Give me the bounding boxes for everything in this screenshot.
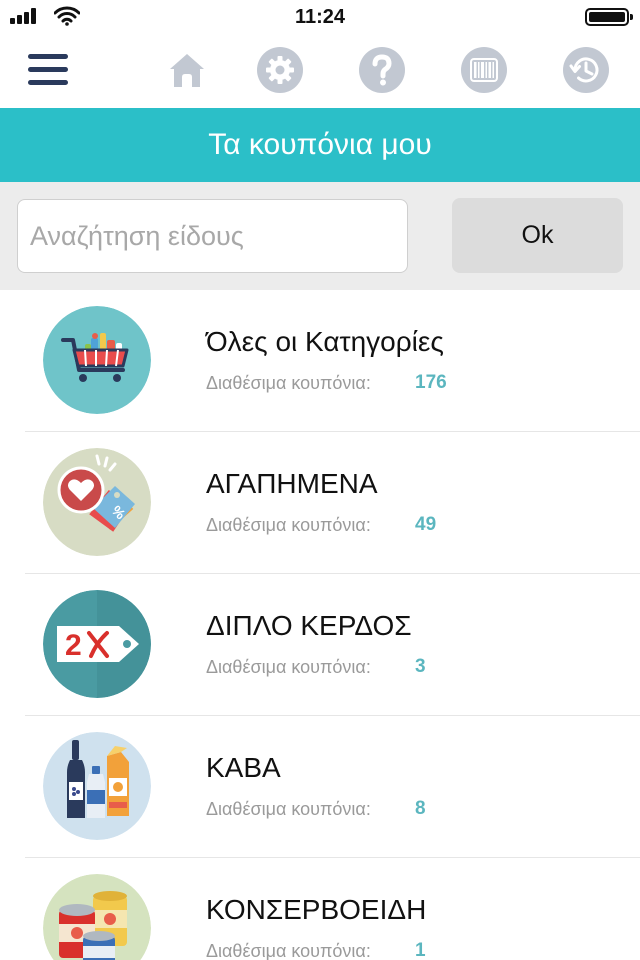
double-tag-icon: 2 — [43, 590, 151, 698]
coupon-count: 3 — [415, 656, 426, 677]
available-label: Διαθέσιμα κουπόνια: — [206, 799, 371, 819]
history-icon[interactable] — [563, 47, 609, 93]
menu-icon[interactable] — [28, 54, 68, 86]
category-name: ΚΑΒΑ — [206, 752, 281, 783]
bottles-icon — [43, 732, 151, 840]
coupon-count: 176 — [415, 372, 447, 393]
list-item[interactable]: 2 ΔΙΠΛΟ ΚΕΡΔΟΣ Διαθέσιμα κουπόνια: 3 — [0, 574, 640, 716]
ok-button[interactable]: Ok — [452, 198, 623, 273]
page-title: Τα κουπόνια μου — [208, 128, 432, 161]
list-item[interactable]: % ΑΓΑΠΗΜΕΝΑ Διαθέσιμα κουπόνια: 49 — [0, 432, 640, 574]
help-icon[interactable] — [359, 47, 405, 93]
barcode-icon[interactable] — [461, 47, 507, 93]
available-label: Διαθέσιμα κουπόνια: — [206, 515, 371, 535]
gear-icon[interactable] — [257, 47, 303, 93]
status-time: 11:24 — [294, 6, 346, 28]
list-item[interactable]: ΚΑΒΑ Διαθέσιμα κουπόνια: 8 — [0, 716, 640, 858]
shopping-cart-icon — [43, 306, 151, 414]
coupon-count: 1 — [415, 940, 426, 960]
coupon-count: 8 — [415, 798, 426, 819]
list-item[interactable]: Όλες οι Κατηγορίες Διαθέσιμα κουπόνια: 1… — [0, 290, 640, 432]
coupon-count: 49 — [415, 514, 437, 535]
list-item[interactable]: ΚΟΝΣΕΡΒΟΕΙΔΗ Διαθέσιμα κουπόνια: 1 — [0, 858, 640, 960]
nav-bar — [0, 34, 640, 108]
available-label: Διαθέσιμα κουπόνια: — [206, 373, 371, 393]
category-name: Όλες οι Κατηγορίες — [206, 326, 444, 357]
category-name: ΚΟΝΣΕΡΒΟΕΙΔΗ — [206, 894, 427, 925]
search-input[interactable] — [17, 199, 408, 273]
battery-icon — [585, 8, 633, 26]
title-bar: Τα κουπόνια μου — [0, 108, 640, 182]
search-area: Ok — [0, 182, 640, 290]
svg-text:2: 2 — [65, 629, 82, 662]
home-icon[interactable] — [164, 47, 210, 93]
heart-tag-icon: % — [43, 448, 151, 556]
status-bar: 11:24 — [0, 0, 640, 34]
cans-icon — [43, 874, 151, 960]
category-name: ΑΓΑΠΗΜΕΝΑ — [206, 468, 378, 499]
available-label: Διαθέσιμα κουπόνια: — [206, 657, 371, 677]
available-label: Διαθέσιμα κουπόνια: — [206, 941, 371, 960]
category-name: ΔΙΠΛΟ ΚΕΡΔΟΣ — [206, 610, 412, 641]
